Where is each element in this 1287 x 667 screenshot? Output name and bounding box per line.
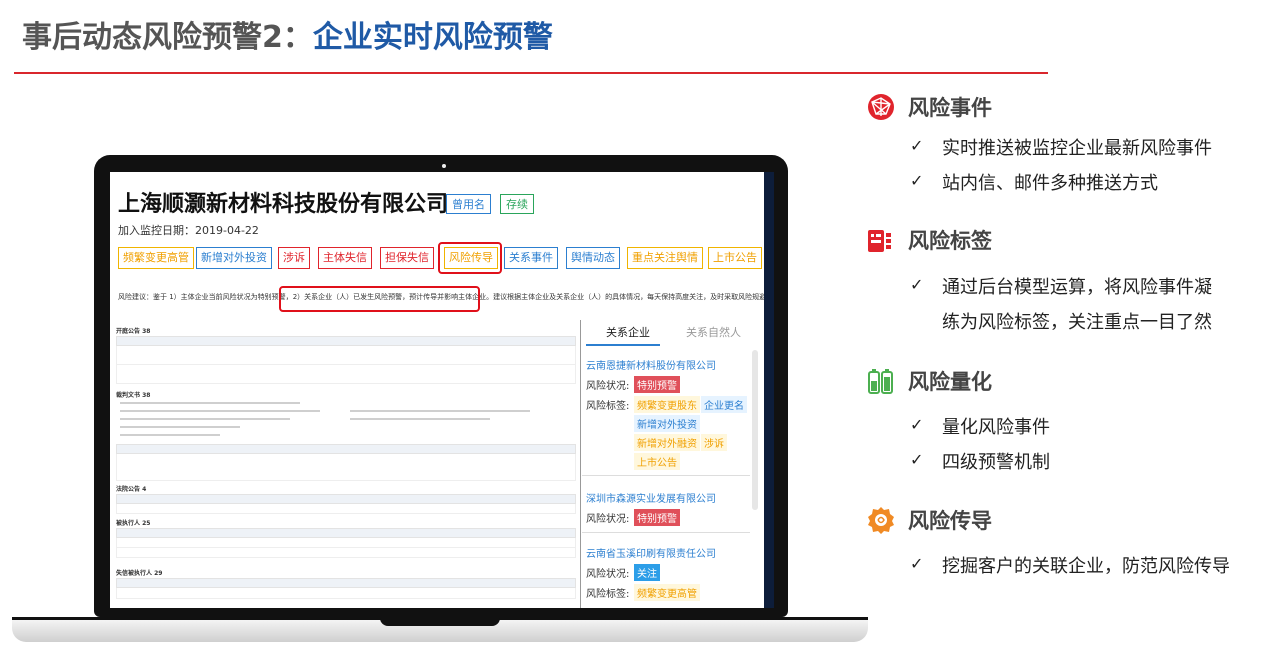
risk-tag: 频繁变更股东 — [634, 396, 700, 413]
globe-network-icon — [868, 94, 894, 120]
table-court-notice — [116, 336, 576, 384]
slide-title-main: 企业实时风险预警 — [312, 20, 553, 55]
related-company-2[interactable]: 深圳市森源实业发展有限公司 — [586, 490, 716, 505]
slide-title: 事后动态风险预警2：企业实时风险预警 — [22, 12, 553, 56]
feature-bullet: 站内信、邮件多种推送方式 — [942, 173, 1158, 194]
slide-title-prefix: 事后动态风险预警2： — [22, 20, 313, 55]
status-badge-1: 特别预警 — [634, 376, 680, 393]
check-icon: ✓ — [910, 554, 924, 573]
related-panel: 关系企业 关系自然人 云南恩捷新材料股份有限公司 风险状况: 特别预警 风险标签… — [582, 320, 762, 608]
chip-new-investment[interactable]: 新增对外投资 — [196, 247, 272, 269]
company-name: 上海顺灏新材料科技股份有限公司 — [118, 192, 449, 217]
panel-divider — [580, 320, 581, 608]
check-icon: ✓ — [910, 415, 924, 434]
related-tabs: 关系企业 关系自然人 — [582, 324, 762, 346]
table-judgment — [116, 444, 576, 481]
risk-tag: 新增对外融资 — [634, 434, 700, 451]
table-dishonest-executed — [116, 578, 576, 599]
table-court-announce — [116, 494, 576, 514]
section-court-announce: 法院公告 4 — [116, 486, 147, 493]
laptop-notch — [380, 617, 500, 626]
status-badge-3: 关注 — [634, 564, 660, 581]
feature-bullet: 量化风险事件 — [942, 417, 1050, 438]
tab-related-person[interactable]: 关系自然人 — [686, 324, 741, 340]
laptop-camera — [442, 164, 446, 168]
section-court-notice: 开庭公告 38 — [116, 328, 151, 335]
related-company-1[interactable]: 云南恩捷新材料股份有限公司 — [586, 357, 716, 372]
tab-related-company[interactable]: 关系企业 — [606, 324, 650, 340]
used-name-tag[interactable]: 曾用名 — [446, 194, 491, 214]
risk-tag: 涉诉 — [701, 434, 727, 451]
check-icon: ✓ — [910, 450, 924, 469]
risk-tag: 上市公告 — [634, 453, 680, 470]
chip-key-sentiment[interactable]: 重点关注舆情 — [627, 247, 703, 269]
feature-title: 风险事件 — [908, 96, 992, 120]
status-label-2: 风险状况: — [586, 514, 630, 525]
highlight-box-chip — [438, 242, 502, 274]
status-label-3: 风险状况: — [586, 569, 630, 580]
advice-post: 建议根据主体企业及关系企业（人）的具体情况，每天保持高度关注，及时采取风险规避措… — [493, 293, 774, 301]
feature-bullet: 实时推送被监控企业最新风险事件 — [942, 138, 1212, 159]
section-executed: 被执行人 25 — [116, 520, 151, 527]
feature-title: 风险标签 — [908, 229, 992, 253]
laptop-screen: 上海顺灏新材料科技股份有限公司 曾用名 存续 加入监控日期：2019-04-22… — [110, 172, 774, 608]
battery-icon — [868, 369, 893, 394]
risk-tag: 企业更名 — [701, 396, 747, 413]
chip-sentiment[interactable]: 舆情动态 — [566, 247, 620, 269]
feature-bullet: 四级预警机制 — [942, 452, 1050, 473]
section-judgment: 裁判文书 38 — [116, 392, 151, 399]
feature-bullet: 练为风险标签，关注重点一目了然 — [942, 312, 1212, 333]
feature-title: 风险量化 — [908, 370, 992, 394]
status-badge-2: 特别预警 — [634, 509, 680, 526]
status-label-1: 风险状况: — [586, 381, 630, 392]
tag-icon — [868, 230, 891, 252]
chip-exec-change[interactable]: 频繁变更高管 — [118, 247, 194, 269]
chip-lawsuit[interactable]: 涉诉 — [278, 247, 310, 269]
check-icon: ✓ — [910, 171, 924, 190]
scrollbar[interactable] — [752, 350, 758, 510]
section-dishonest-executed: 失信被执行人 29 — [116, 570, 163, 577]
active-tab-indicator — [586, 344, 660, 346]
table-executed — [116, 528, 576, 558]
feature-bullet: 挖掘客户的关联企业，防范风险传导 — [942, 556, 1230, 577]
gear-brain-icon — [868, 507, 894, 534]
risk-tag: 新增对外投资 — [634, 415, 700, 432]
risk-detail-panel: 开庭公告 38 裁判文书 38 法院公告 4 被执行人 25 失信被执行人 29 — [110, 320, 580, 608]
check-icon: ✓ — [910, 136, 924, 155]
risk-tag: 频繁变更高管 — [634, 584, 700, 601]
tags-label-1: 风险标签: — [586, 401, 630, 412]
feature-title: 风险传导 — [908, 509, 992, 533]
chip-guarantee[interactable]: 担保失信 — [380, 247, 434, 269]
chip-dishonest[interactable]: 主体失信 — [318, 247, 372, 269]
title-divider — [14, 72, 1048, 74]
feature-bullet: 通过后台模型运算，将风险事件凝 — [942, 277, 1212, 298]
check-icon: ✓ — [910, 275, 924, 294]
screen-edge — [764, 172, 774, 608]
chip-relation-event[interactable]: 关系事件 — [504, 247, 558, 269]
highlight-box-advice — [279, 286, 480, 312]
chip-listing[interactable]: 上市公告 — [708, 247, 762, 269]
tags-label-3: 风险标签: — [586, 589, 630, 600]
related-company-3[interactable]: 云南省玉溪印刷有限责任公司 — [586, 545, 716, 560]
status-tag: 存续 — [500, 194, 534, 214]
advice-pre: 风险建议：鉴于 1）主体企业当前风险状况为特别预警， — [118, 293, 293, 301]
monitor-date: 加入监控日期：2019-04-22 — [118, 224, 259, 237]
